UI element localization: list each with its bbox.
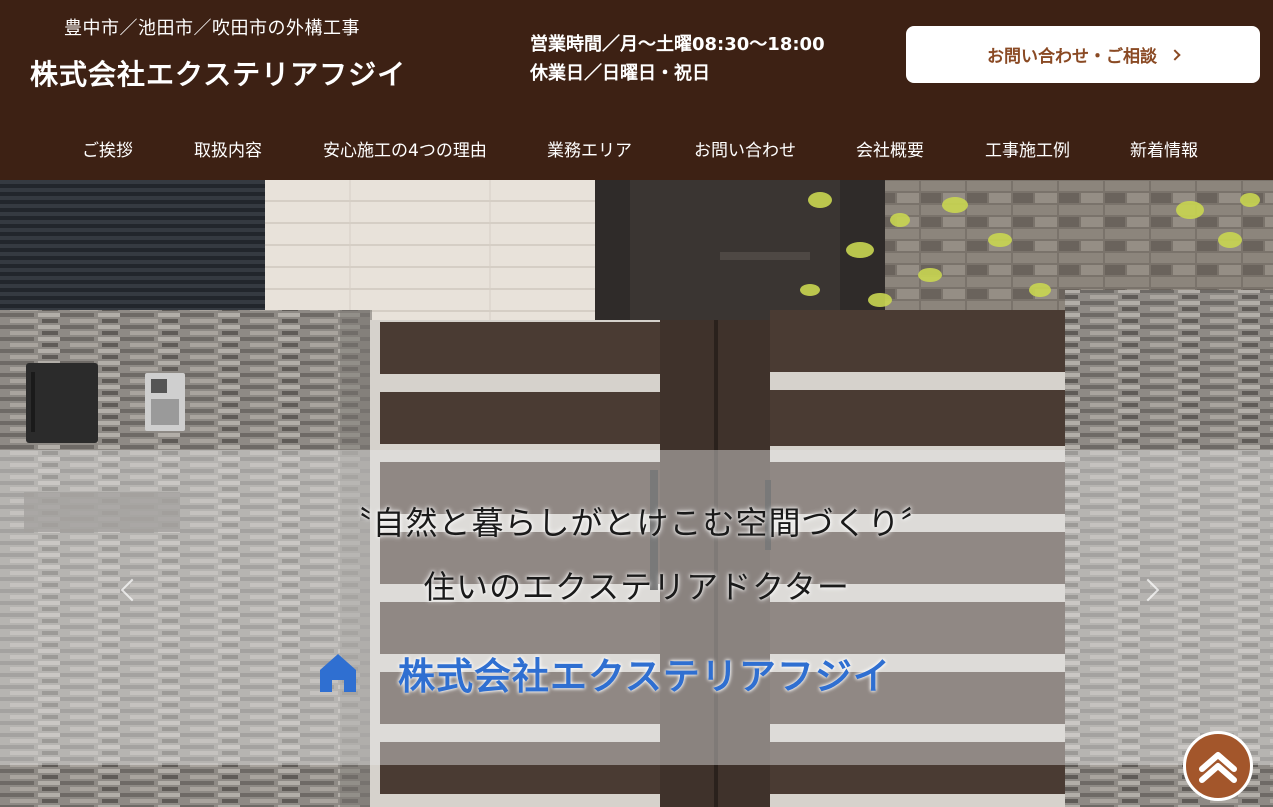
site-header: 豊中市／池田市／吹田市の外構工事 株式会社エクステリアフジイ 営業時間／月〜土曜…: [0, 0, 1273, 180]
chevron-up-icon: [1199, 752, 1237, 783]
contact-button[interactable]: お問い合わせ・ご相談: [906, 26, 1260, 83]
nav-item-news[interactable]: 新着情報: [1130, 136, 1198, 161]
nav-item-contact[interactable]: お問い合わせ: [694, 136, 796, 161]
business-hours-line: 営業時間／月〜土曜08:30〜18:00: [530, 34, 825, 55]
nav-item-company[interactable]: 会社概要: [856, 136, 924, 161]
nav-item-greeting[interactable]: ご挨拶: [82, 136, 133, 161]
nav-item-area[interactable]: 業務エリア: [547, 136, 632, 161]
chevron-right-icon: [1169, 48, 1181, 61]
hero-company-name: 株式会社エクステリアフジイ: [318, 648, 891, 698]
hero-tagline: 〝自然と暮らしがとけこむ空間づくり〞: [339, 504, 934, 542]
brand-logo-text[interactable]: 株式会社エクステリアフジイ: [30, 53, 406, 93]
page-top-button[interactable]: [1183, 731, 1253, 801]
nav-item-reasons[interactable]: 安心施工の4つの理由: [323, 136, 487, 161]
hero-company-text: 株式会社エクステリアフジイ: [398, 655, 891, 698]
nav-item-works[interactable]: 工事施工例: [985, 136, 1070, 161]
hero-slider: 〝自然と暮らしがとけこむ空間づくり〞 住いのエクステリアドクター 株式会社エクス…: [0, 180, 1273, 807]
house-icon: [320, 654, 356, 692]
global-nav: ご挨拶 取扱内容 安心施工の4つの理由 業務エリア お問い合わせ 会社概要 工事…: [0, 128, 1273, 168]
holiday-line: 休業日／日曜日・祝日: [530, 63, 710, 84]
contact-button-label: お問い合わせ・ご相談: [987, 47, 1157, 67]
brand-subtitle: 豊中市／池田市／吹田市の外構工事: [64, 18, 360, 39]
business-hours: 営業時間／月〜土曜08:30〜18:00 休業日／日曜日・祝日: [530, 30, 825, 88]
nav-item-services[interactable]: 取扱内容: [194, 136, 262, 161]
hero-subtagline: 住いのエクステリアドクター: [423, 568, 850, 606]
